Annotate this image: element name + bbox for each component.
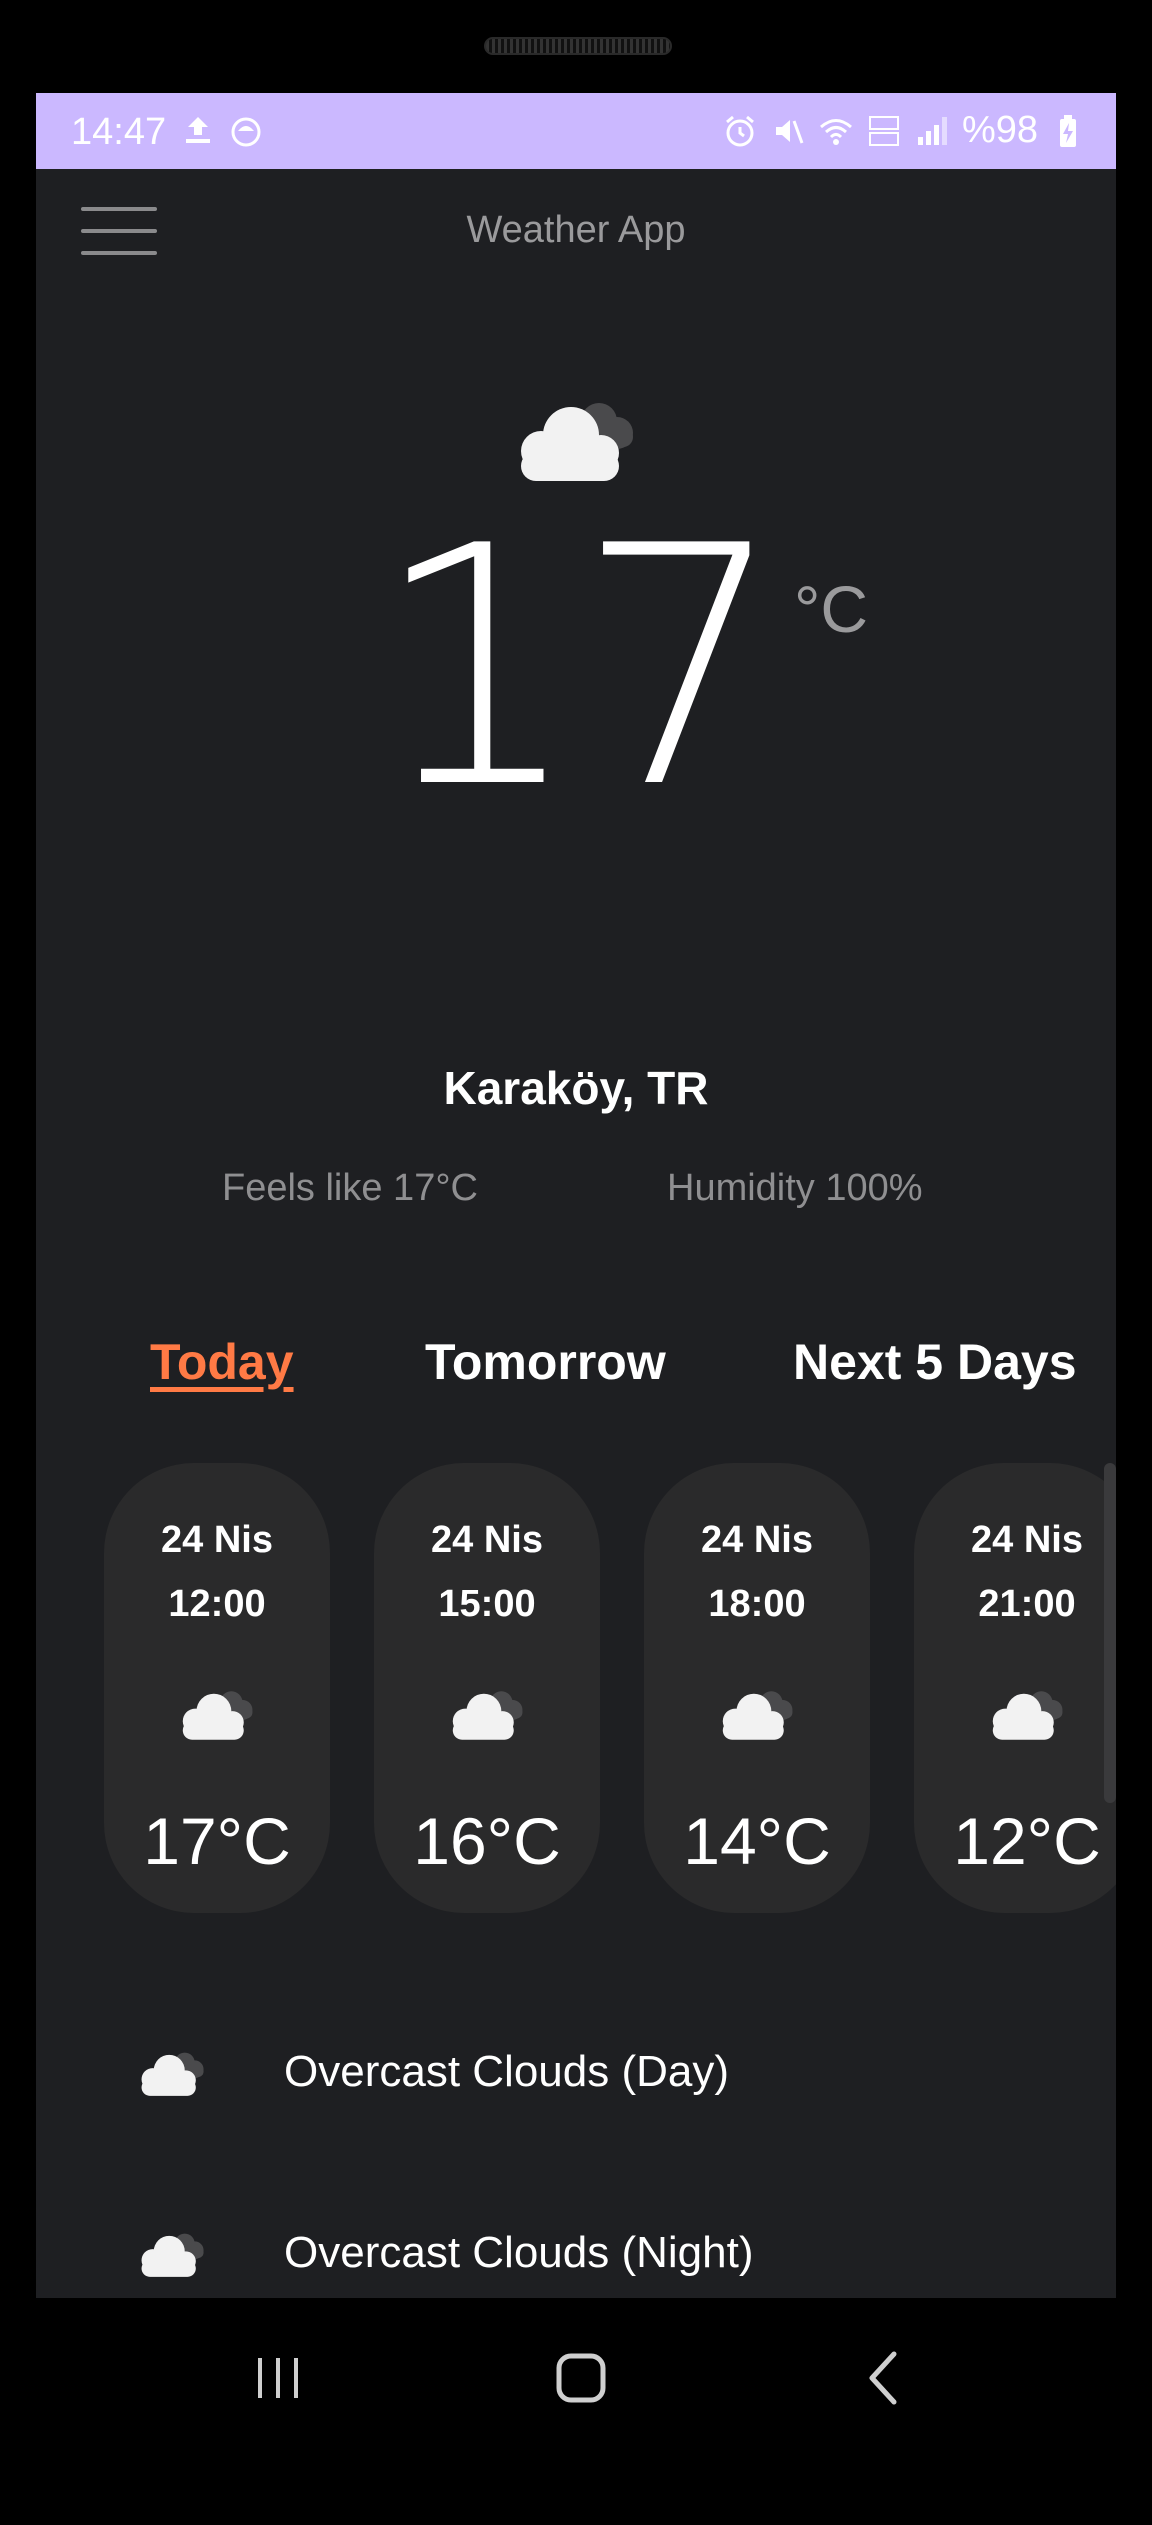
battery-percentage: %98 — [961, 109, 1038, 151]
feels-like-label: Feels like 17°C — [222, 1167, 478, 1209]
hourly-date: 24 Nis — [971, 1519, 1083, 1561]
overcast-cloud-icon — [136, 2047, 208, 2097]
temperature-unit: °C — [794, 572, 869, 646]
back-icon[interactable] — [844, 2338, 924, 2418]
humidity-label: Humidity 100% — [667, 1167, 923, 1209]
system-navigation-bar — [0, 2298, 1152, 2458]
condition-label: Overcast Clouds (Day) — [284, 2047, 730, 2096]
tab-next-5-days[interactable]: Next 5 Days — [793, 1333, 1077, 1391]
scrollbar[interactable] — [1104, 1463, 1116, 1803]
signal-icon — [917, 116, 947, 145]
hourly-time: 15:00 — [438, 1583, 536, 1625]
hourly-temperature: 14°C — [683, 1804, 831, 1878]
condition-label: Overcast Clouds (Night) — [284, 2228, 754, 2277]
status-time: 14:47 — [71, 111, 167, 153]
app-notification-icon — [231, 117, 261, 147]
hourly-temperature: 17°C — [143, 1804, 291, 1878]
overcast-cloud-icon — [714, 1685, 800, 1741]
hourly-temperature: 16°C — [413, 1804, 561, 1878]
earpiece-speaker — [484, 37, 672, 55]
battery-charging-icon — [1060, 114, 1076, 147]
upload-notification-icon — [186, 117, 210, 143]
hourly-time: 21:00 — [978, 1583, 1076, 1625]
overcast-cloud-icon — [511, 393, 641, 483]
volte-icon — [868, 115, 899, 146]
tab-tomorrow[interactable]: Tomorrow — [425, 1333, 666, 1391]
overcast-cloud-icon — [984, 1685, 1070, 1741]
overcast-cloud-icon — [444, 1685, 530, 1741]
home-icon[interactable] — [541, 2338, 621, 2418]
mute-icon — [775, 119, 804, 144]
current-temperature: 17 — [372, 476, 786, 860]
hourly-date: 24 Nis — [431, 1519, 543, 1561]
hourly-forecast-list[interactable]: 24 Nis 12:00 17°C 24 Nis 15:00 16°C 24 N… — [104, 1463, 1116, 1913]
overcast-cloud-icon — [136, 2228, 208, 2278]
recent-apps-icon[interactable] — [238, 2338, 318, 2418]
app-screen: 14:47 %98 Weather App 17 °C Karaköy, TR … — [36, 93, 1116, 2298]
hourly-card[interactable]: 24 Nis 12:00 17°C — [104, 1463, 330, 1913]
hourly-time: 12:00 — [168, 1583, 266, 1625]
location-label: Karaköy, TR — [443, 1062, 709, 1114]
hourly-date: 24 Nis — [161, 1519, 273, 1561]
app-title: Weather App — [466, 209, 686, 251]
overcast-cloud-icon — [174, 1685, 260, 1741]
hourly-card[interactable]: 24 Nis 18:00 14°C — [644, 1463, 870, 1913]
status-right-icons: %98 — [722, 109, 1086, 152]
tab-today[interactable]: Today — [150, 1333, 294, 1391]
hourly-card[interactable]: 24 Nis 15:00 16°C — [374, 1463, 600, 1913]
alarm-icon — [725, 115, 754, 146]
hourly-card[interactable]: 24 Nis 21:00 12°C — [914, 1463, 1116, 1913]
phone-frame: 14:47 %98 Weather App 17 °C Karaköy, TR … — [0, 0, 1152, 2525]
wifi-icon — [819, 118, 852, 145]
hourly-temperature: 12°C — [953, 1804, 1101, 1878]
hourly-date: 24 Nis — [701, 1519, 813, 1561]
hourly-time: 18:00 — [708, 1583, 806, 1625]
app-bar: Weather App — [36, 169, 1116, 299]
list-item[interactable]: Overcast Clouds (Night) — [36, 2198, 1116, 2298]
list-item[interactable]: Overcast Clouds (Day) — [36, 2017, 1116, 2127]
status-bar: 14:47 %98 — [36, 93, 1116, 169]
status-left-icons — [180, 113, 264, 149]
